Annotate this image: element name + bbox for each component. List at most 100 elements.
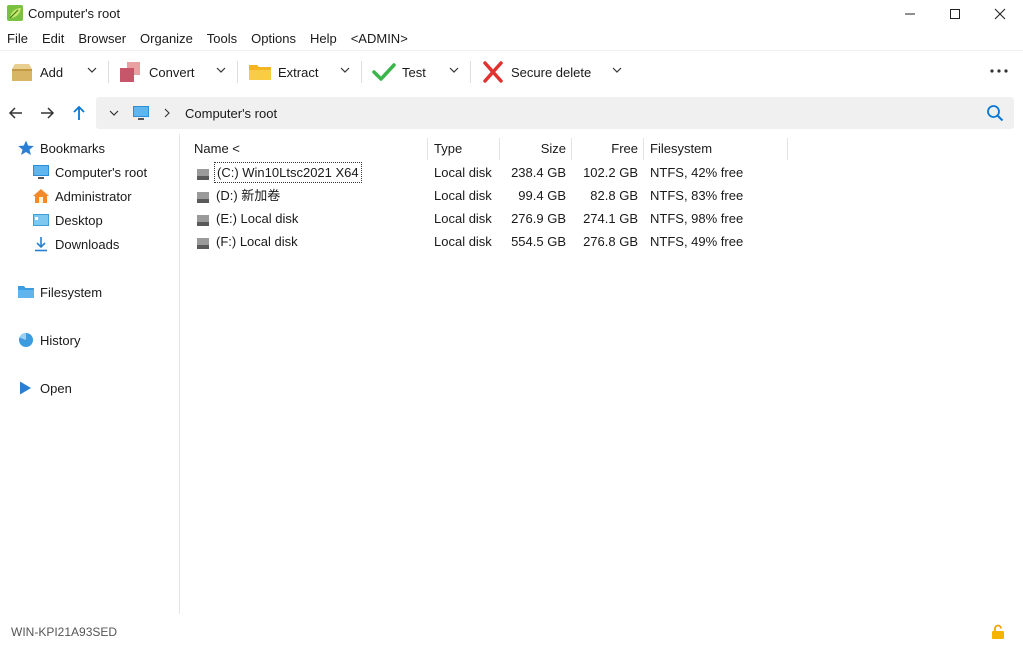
drive-name[interactable]: (C:) Win10Ltsc2021 X64 bbox=[214, 162, 362, 183]
column-header-type[interactable]: Type bbox=[434, 138, 462, 160]
red-x-icon bbox=[483, 61, 503, 83]
search-icon[interactable] bbox=[986, 104, 1004, 122]
home-icon bbox=[33, 189, 49, 203]
sidebar-item-computers-root[interactable]: Computer's root bbox=[32, 161, 147, 183]
menu-help[interactable]: Help bbox=[310, 31, 337, 46]
toolbar-separator bbox=[108, 61, 109, 83]
drive-name[interactable]: (F:) Local disk bbox=[216, 230, 298, 253]
drive-size: 99.4 GB bbox=[518, 188, 566, 203]
table-row[interactable]: (F:) Local disk Local disk 554.5 GB 276.… bbox=[190, 230, 790, 253]
menu-bar: File Edit Browser Organize Tools Options… bbox=[0, 28, 1023, 48]
test-button[interactable]: Test bbox=[372, 59, 426, 85]
column-header-name[interactable]: Name < bbox=[194, 138, 240, 160]
toolbar: Add Convert Extract Test Secure delete bbox=[0, 50, 1023, 92]
secure-delete-button[interactable]: Secure delete bbox=[481, 59, 591, 85]
maximize-icon bbox=[950, 9, 960, 19]
navigation-bar: Computer's root bbox=[0, 96, 1023, 130]
drive-filesystem: NTFS, 49% free bbox=[650, 234, 744, 249]
forward-arrow-icon[interactable] bbox=[37, 103, 57, 123]
address-path[interactable]: Computer's root bbox=[185, 106, 277, 121]
unlocked-padlock-icon[interactable] bbox=[991, 624, 1005, 640]
hard-drive-icon bbox=[197, 238, 209, 249]
add-dropdown-icon[interactable] bbox=[86, 64, 98, 76]
column-header-free[interactable]: Free bbox=[572, 138, 638, 160]
drive-filesystem: NTFS, 83% free bbox=[650, 188, 744, 203]
menu-organize[interactable]: Organize bbox=[140, 31, 193, 46]
back-arrow-icon[interactable] bbox=[6, 103, 26, 123]
menu-admin[interactable]: <ADMIN> bbox=[351, 31, 408, 46]
address-bar[interactable]: Computer's root bbox=[96, 97, 1014, 129]
drive-free: 102.2 GB bbox=[583, 165, 638, 180]
folder-extract-icon bbox=[249, 65, 271, 80]
sidebar-item-desktop[interactable]: Desktop bbox=[32, 209, 103, 231]
extract-label: Extract bbox=[278, 64, 319, 80]
play-triangle-icon bbox=[20, 381, 31, 395]
sidebar: Bookmarks Computer's root Administrator … bbox=[0, 134, 180, 614]
drive-name[interactable]: (E:) Local disk bbox=[216, 207, 298, 230]
test-label: Test bbox=[402, 64, 426, 80]
drive-type: Local disk bbox=[434, 188, 492, 203]
drive-type: Local disk bbox=[434, 165, 492, 180]
maximize-button[interactable] bbox=[932, 0, 978, 28]
archive-box-icon bbox=[12, 64, 32, 81]
more-options-icon[interactable] bbox=[989, 63, 1009, 79]
up-arrow-icon[interactable] bbox=[69, 103, 89, 123]
app-leaf-icon bbox=[7, 5, 23, 21]
extract-button[interactable]: Extract bbox=[248, 59, 318, 85]
convert-dropdown-icon[interactable] bbox=[215, 64, 227, 76]
drive-filesystem: NTFS, 42% free bbox=[650, 165, 744, 180]
extract-dropdown-icon[interactable] bbox=[339, 64, 351, 76]
drive-type: Local disk bbox=[434, 211, 492, 226]
sidebar-item-downloads[interactable]: Downloads bbox=[32, 233, 119, 255]
menu-options[interactable]: Options bbox=[251, 31, 296, 46]
close-button[interactable] bbox=[977, 0, 1023, 28]
status-bar: WIN-KPI21A93SED bbox=[0, 618, 1023, 648]
sidebar-item-label: Administrator bbox=[55, 188, 132, 204]
menu-file[interactable]: File bbox=[7, 31, 28, 46]
sidebar-item-administrator[interactable]: Administrator bbox=[32, 185, 132, 207]
download-arrow-icon bbox=[35, 237, 47, 252]
add-button[interactable]: Add bbox=[10, 59, 63, 85]
column-divider[interactable] bbox=[643, 138, 644, 160]
folder-icon bbox=[18, 286, 34, 298]
column-header-size[interactable]: Size bbox=[500, 138, 566, 160]
sidebar-history-label: History bbox=[40, 332, 81, 348]
window-title: Computer's root bbox=[28, 6, 121, 21]
drive-size: 554.5 GB bbox=[511, 234, 566, 249]
table-row[interactable]: (D:) 新加卷 Local disk 99.4 GB 82.8 GB NTFS… bbox=[190, 184, 790, 207]
table-row[interactable]: (E:) Local disk Local disk 276.9 GB 274.… bbox=[190, 207, 790, 230]
minimize-icon bbox=[905, 13, 915, 15]
menu-edit[interactable]: Edit bbox=[42, 31, 64, 46]
minimize-button[interactable] bbox=[887, 0, 933, 28]
drive-name[interactable]: (D:) 新加卷 bbox=[216, 184, 280, 207]
drive-free: 274.1 GB bbox=[583, 211, 638, 226]
hard-drive-icon bbox=[197, 215, 209, 226]
convert-icon bbox=[120, 62, 140, 82]
toolbar-separator bbox=[361, 61, 362, 83]
menu-browser[interactable]: Browser bbox=[78, 31, 126, 46]
history-clock-icon bbox=[19, 333, 33, 347]
checkmark-icon bbox=[372, 63, 396, 81]
computer-icon bbox=[33, 165, 49, 179]
column-divider[interactable] bbox=[427, 138, 428, 160]
sidebar-filesystem[interactable]: Filesystem bbox=[17, 281, 102, 303]
column-divider[interactable] bbox=[787, 138, 788, 160]
sidebar-open[interactable]: Open bbox=[17, 377, 72, 399]
test-dropdown-icon[interactable] bbox=[448, 64, 460, 76]
chevron-right-icon bbox=[164, 108, 170, 118]
sidebar-bookmarks[interactable]: Bookmarks bbox=[17, 137, 105, 159]
sidebar-item-label: Computer's root bbox=[55, 164, 148, 180]
drive-size: 238.4 GB bbox=[511, 165, 566, 180]
sidebar-bookmarks-label: Bookmarks bbox=[40, 140, 106, 156]
history-dropdown-icon[interactable] bbox=[108, 107, 120, 119]
menu-tools[interactable]: Tools bbox=[207, 31, 237, 46]
convert-button[interactable]: Convert bbox=[119, 59, 195, 85]
desktop-icon bbox=[33, 214, 49, 226]
sidebar-history[interactable]: History bbox=[17, 329, 80, 351]
add-label: Add bbox=[40, 64, 64, 80]
secure-delete-dropdown-icon[interactable] bbox=[611, 64, 623, 76]
table-row[interactable]: (C:) Win10Ltsc2021 X64 Local disk 238.4 … bbox=[190, 161, 790, 184]
title-bar: Computer's root bbox=[0, 0, 1023, 28]
column-header-filesystem[interactable]: Filesystem bbox=[650, 138, 712, 160]
toolbar-separator bbox=[470, 61, 471, 83]
